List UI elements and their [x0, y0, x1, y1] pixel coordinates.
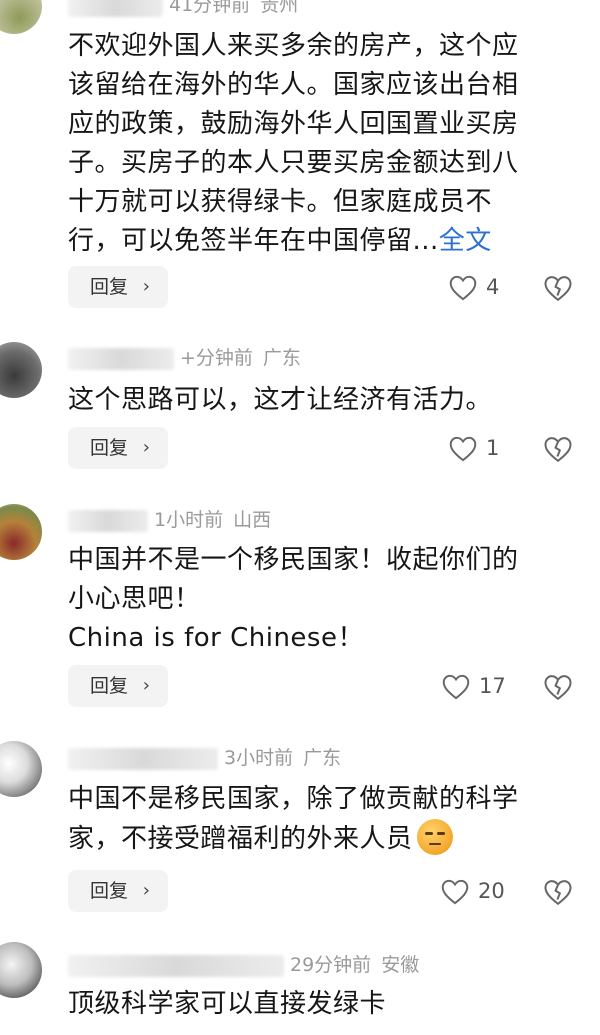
comment-line: China is for Chinese！ [68, 623, 364, 653]
comment-line: 不欢迎外国人来买多余的房产，这个应 [68, 31, 519, 61]
reply-label: 回复 [90, 437, 129, 459]
like-count: 20 [478, 879, 505, 903]
username-blurred[interactable] [68, 954, 284, 977]
comment-meta: 29分钟前 安徽 [68, 952, 419, 978]
comment-line: 该留给在海外的华人。国家应该出台相 [68, 70, 519, 100]
chevron-right-icon: › [142, 276, 150, 297]
username-blurred[interactable] [68, 509, 148, 532]
comment-meta: 3小时前 广东 [68, 745, 341, 771]
username-blurred[interactable] [68, 0, 163, 17]
comment-time: 3小时前 [224, 747, 294, 769]
username-blurred[interactable] [68, 747, 218, 770]
reply-button[interactable]: 回复 › [68, 427, 168, 469]
comment-last-line: 行，可以免签半年在中国停留... [68, 226, 439, 256]
heart-outline-icon [449, 275, 477, 301]
reply-button[interactable]: 回复 › [68, 266, 168, 308]
comment-location: 贵州 [260, 0, 299, 16]
comment-meta: 1小时前 山西 [68, 507, 271, 533]
avatar[interactable] [0, 504, 42, 560]
reply-button[interactable]: 回复 › [68, 665, 168, 707]
unamused-face-emoji [416, 819, 453, 855]
broken-heart-icon[interactable] [543, 273, 573, 303]
broken-heart-icon[interactable] [543, 672, 573, 702]
comment-line: 行，可以免签半年在中国停留...全文 [68, 222, 568, 261]
like-count: 4 [486, 275, 500, 299]
comment-text: 中国并不是一个移民国家！收起你们的 小心思吧！ China is for Chi… [68, 541, 568, 658]
comment-line: 十万就可以获得绿卡。但家庭成员不 [68, 187, 493, 217]
comment-text: 顶级科学家可以直接发绿卡 [68, 985, 568, 1024]
like-count: 1 [486, 436, 500, 460]
comment-text: 不欢迎外国人来买多余的房产，这个应 该留给在海外的华人。国家应该出台相 应的政策… [68, 27, 568, 261]
comment-meta: +分钟前 广东 [68, 345, 301, 371]
comment-time: 1小时前 [154, 509, 224, 531]
full-text-link[interactable]: 全文 [439, 226, 492, 256]
comment-text: 中国不是移民国家，除了做贡献的科学 家，不接受蹭福利的外来人员 [68, 780, 568, 859]
heart-outline-icon [441, 879, 469, 905]
avatar[interactable] [0, 342, 42, 398]
chevron-right-icon: › [142, 880, 150, 901]
comment-line: 家，不接受蹭福利的外来人员 [68, 819, 568, 859]
comment-text: 这个思路可以，这才让经济有活力。 [68, 381, 568, 420]
comment-location: 广东 [303, 747, 342, 769]
comment-time: +分钟前 [180, 347, 253, 369]
comment-line: 中国不是移民国家，除了做贡献的科学 [68, 784, 519, 814]
comment-time: 29分钟前 [290, 954, 372, 976]
comment-last-line: 家，不接受蹭福利的外来人员 [68, 824, 413, 854]
avatar[interactable] [0, 0, 42, 34]
comment-time: 41分钟前 [169, 0, 251, 16]
comment-line: 中国并不是一个移民国家！收起你们的 [68, 545, 519, 575]
avatar[interactable] [0, 942, 42, 998]
comment-line: 小心思吧！ [68, 584, 201, 614]
reply-label: 回复 [90, 880, 129, 902]
comment-location: 山西 [233, 509, 272, 531]
heart-outline-icon [442, 674, 470, 700]
broken-heart-icon[interactable] [543, 434, 573, 464]
comment-line: 子。买房子的本人只要买房金额达到八 [68, 148, 519, 178]
comment-line: 应的政策，鼓励海外华人回国置业买房 [68, 109, 519, 139]
reply-button[interactable]: 回复 › [68, 870, 168, 912]
comment-location: 安徽 [381, 954, 420, 976]
heart-outline-icon [449, 436, 477, 462]
reply-label: 回复 [90, 675, 129, 697]
avatar[interactable] [0, 741, 42, 797]
username-blurred[interactable] [68, 347, 174, 370]
comment-line: 这个思路可以，这才让经济有活力。 [68, 385, 493, 415]
reply-label: 回复 [90, 276, 129, 298]
chevron-right-icon: › [142, 675, 150, 696]
chevron-right-icon: › [142, 437, 150, 458]
comment-location: 广东 [262, 347, 301, 369]
comment-meta: 41分钟前 贵州 [68, 0, 298, 18]
like-count: 17 [479, 674, 506, 698]
broken-heart-icon[interactable] [543, 877, 573, 907]
comment-line: 顶级科学家可以直接发绿卡 [68, 989, 387, 1019]
